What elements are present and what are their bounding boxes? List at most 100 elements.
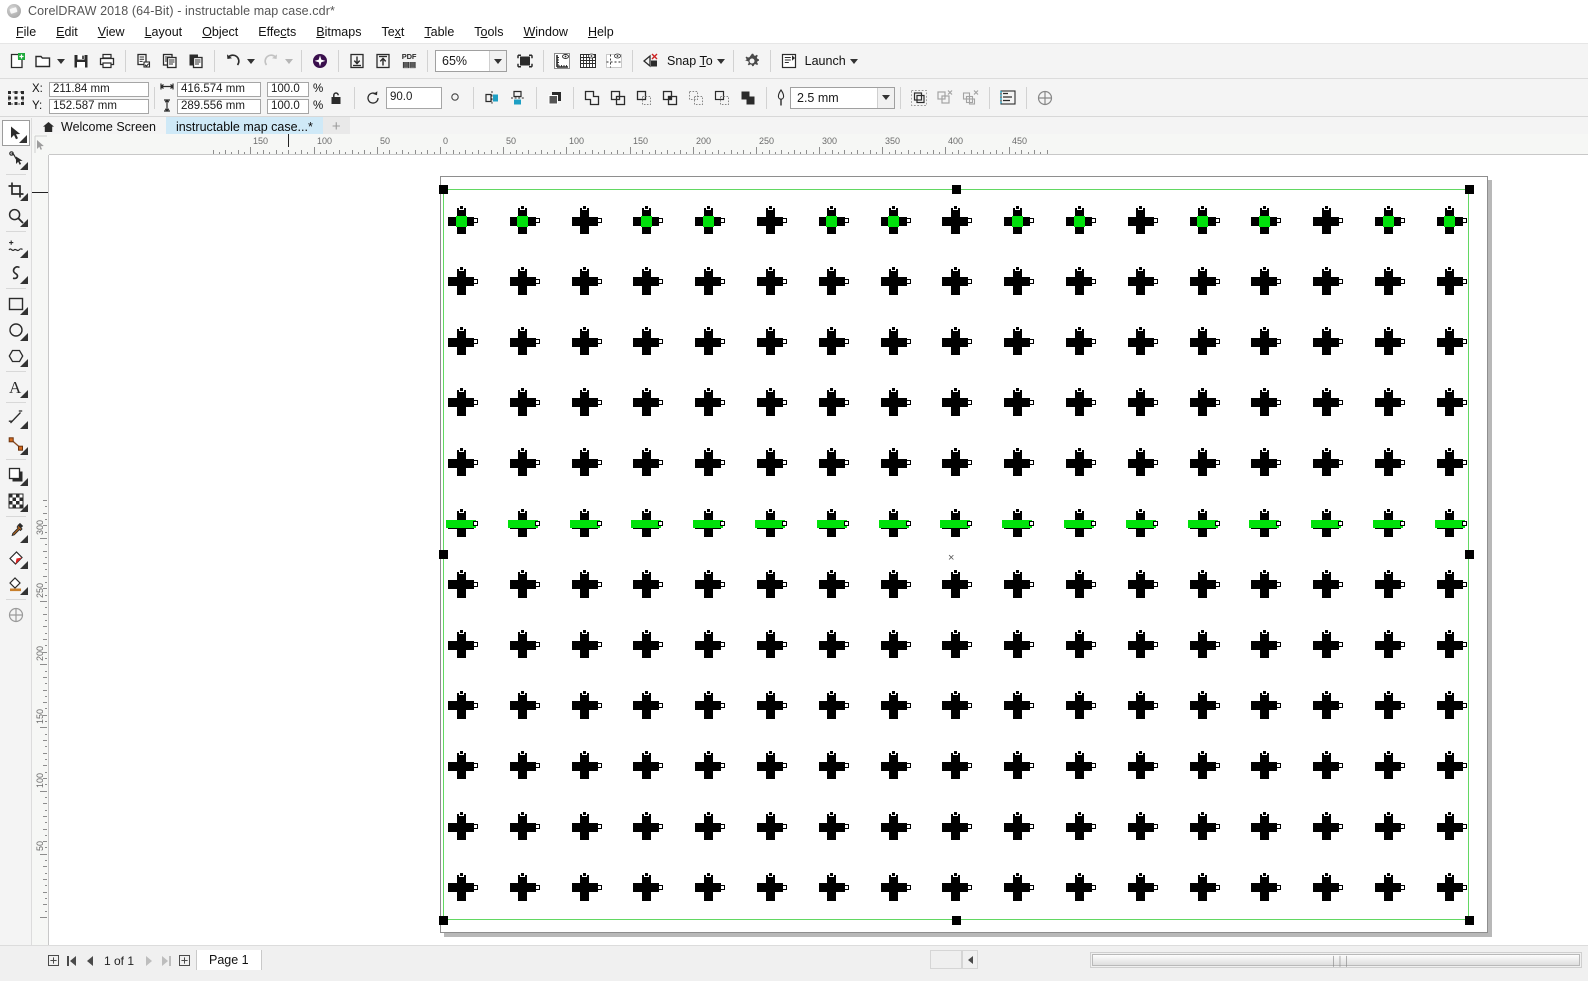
convert-outline-to-object-icon[interactable]	[1032, 85, 1058, 111]
cut-icon[interactable]	[131, 48, 157, 74]
to-front-icon[interactable]	[542, 85, 568, 111]
snap-to-label[interactable]: Snap To	[664, 54, 716, 68]
snap-off-icon[interactable]	[638, 48, 664, 74]
open-document-icon[interactable]	[30, 48, 56, 74]
previous-page-icon[interactable]	[82, 953, 97, 968]
print-icon[interactable]	[94, 48, 120, 74]
scale-horizontal-input[interactable]: 100.0	[267, 81, 309, 97]
pick-tool[interactable]	[1, 120, 30, 146]
full-screen-preview-icon[interactable]	[512, 48, 538, 74]
horizontal-scrollbar[interactable]: │││	[1090, 952, 1582, 968]
mirror-horizontal-icon[interactable]	[479, 85, 505, 111]
dimension-tool[interactable]	[2, 405, 30, 431]
intersect-icon[interactable]	[631, 85, 657, 111]
launch-icon[interactable]	[776, 48, 802, 74]
simplify-icon[interactable]	[657, 85, 683, 111]
artistic-media-tool[interactable]	[2, 260, 30, 286]
ungroup-all-icon[interactable]	[958, 85, 984, 111]
new-document-icon[interactable]	[4, 48, 30, 74]
mirror-vertical-icon[interactable]	[505, 85, 531, 111]
ruler-origin-corner[interactable]	[32, 134, 49, 155]
last-page-icon[interactable]	[159, 953, 174, 968]
y-position-input[interactable]: 152.587 mm	[49, 98, 149, 114]
scale-vertical-input[interactable]: 100.0	[267, 98, 309, 114]
shape-tool[interactable]	[2, 146, 30, 172]
rectangle-tool[interactable]	[2, 291, 30, 317]
menu-item-file[interactable]: File	[6, 23, 46, 41]
menu-item-help[interactable]: Help	[578, 23, 624, 41]
rotation-angle-input[interactable]: 90.0	[386, 86, 442, 109]
selection-handle[interactable]	[438, 915, 448, 925]
menu-item-text[interactable]: Text	[371, 23, 414, 41]
text-tool[interactable]: A	[2, 374, 30, 400]
selection-handle[interactable]	[438, 184, 448, 194]
color-eyedropper-tool[interactable]	[2, 519, 30, 545]
group-icon[interactable]	[906, 85, 932, 111]
redo-icon[interactable]	[258, 48, 284, 74]
next-page-icon[interactable]	[141, 953, 156, 968]
options-gear-icon[interactable]	[739, 48, 765, 74]
object-height-input[interactable]: 289.556 mm	[177, 98, 261, 114]
outline-width-caret-icon[interactable]	[877, 87, 894, 108]
import-icon[interactable]	[344, 48, 370, 74]
polygon-tool[interactable]	[2, 343, 30, 369]
outline-width-combo[interactable]: 2.5 mm	[790, 86, 895, 109]
export-icon[interactable]	[370, 48, 396, 74]
selection-handle[interactable]	[951, 184, 961, 194]
horizontal-ruler[interactable]: 150 100 50 0 50 100 150 200 250 300 350 400 450	[32, 134, 1588, 155]
weld-icon[interactable]	[579, 85, 605, 111]
zoom-tool[interactable]	[2, 203, 30, 229]
drawing-canvas[interactable]: ×	[49, 155, 1588, 945]
page-tab-page-1[interactable]: Page 1	[196, 950, 262, 970]
first-page-icon[interactable]	[64, 953, 79, 968]
create-boundary-icon[interactable]	[735, 85, 761, 111]
menu-item-effects[interactable]: Effects	[248, 23, 306, 41]
selection-handle[interactable]	[1464, 550, 1474, 559]
connector-tool[interactable]	[2, 431, 30, 457]
rotation-center-marker[interactable]: ×	[948, 553, 954, 564]
publish-pdf-icon[interactable]: PDF ▤▤	[396, 48, 422, 74]
save-document-icon[interactable]	[68, 48, 94, 74]
selection-handle[interactable]	[1464, 184, 1474, 194]
menu-item-table[interactable]: Table	[414, 23, 464, 41]
menu-item-view[interactable]: View	[88, 23, 135, 41]
snap-to-caret-icon[interactable]	[716, 58, 725, 64]
corel-connect-icon[interactable]	[307, 48, 333, 74]
show-grid-icon[interactable]	[575, 48, 601, 74]
vertical-ruler[interactable]: 50 100 150 200 250 300	[32, 155, 49, 945]
drop-shadow-tool[interactable]	[2, 462, 30, 488]
align-and-distribute-icon[interactable]	[995, 85, 1021, 111]
paste-icon[interactable]	[183, 48, 209, 74]
selection-handle[interactable]	[951, 915, 961, 925]
menu-item-edit[interactable]: Edit	[46, 23, 88, 41]
scroll-left-icon[interactable]	[962, 950, 978, 969]
menu-item-object[interactable]: Object	[192, 23, 248, 41]
freehand-tool[interactable]	[2, 234, 30, 260]
menu-item-window[interactable]: Window	[513, 23, 577, 41]
menu-item-layout[interactable]: Layout	[135, 23, 193, 41]
navigator-box[interactable]	[930, 950, 962, 969]
menu-item-tools[interactable]: Tools	[464, 23, 513, 41]
front-minus-back-icon[interactable]	[683, 85, 709, 111]
zoom-level-combo[interactable]: 65%	[435, 50, 507, 72]
crop-tool[interactable]	[2, 177, 30, 203]
selection-handle[interactable]	[438, 550, 448, 559]
trim-icon[interactable]	[605, 85, 631, 111]
page-navigator[interactable]: 1 of 1	[46, 952, 192, 969]
object-width-input[interactable]: 416.574 mm	[177, 81, 261, 97]
open-dropdown-caret-icon[interactable]	[57, 58, 65, 64]
add-page-start-icon[interactable]	[46, 953, 61, 968]
interactive-fill-tool[interactable]	[2, 545, 30, 571]
transparency-tool[interactable]	[2, 488, 30, 514]
smart-fill-tool[interactable]	[2, 571, 30, 597]
zoom-dropdown-caret-icon[interactable]	[489, 51, 506, 71]
ellipse-tool[interactable]	[2, 317, 30, 343]
undo-dropdown-caret-icon[interactable]	[247, 58, 255, 64]
menu-item-bitmaps[interactable]: Bitmaps	[306, 23, 371, 41]
selection-handle[interactable]	[1464, 915, 1474, 925]
add-page-end-icon[interactable]	[177, 953, 192, 968]
ungroup-icon[interactable]	[932, 85, 958, 111]
undo-icon[interactable]	[220, 48, 246, 74]
lock-ratio-icon[interactable]	[323, 85, 349, 111]
show-guidelines-icon[interactable]	[601, 48, 627, 74]
